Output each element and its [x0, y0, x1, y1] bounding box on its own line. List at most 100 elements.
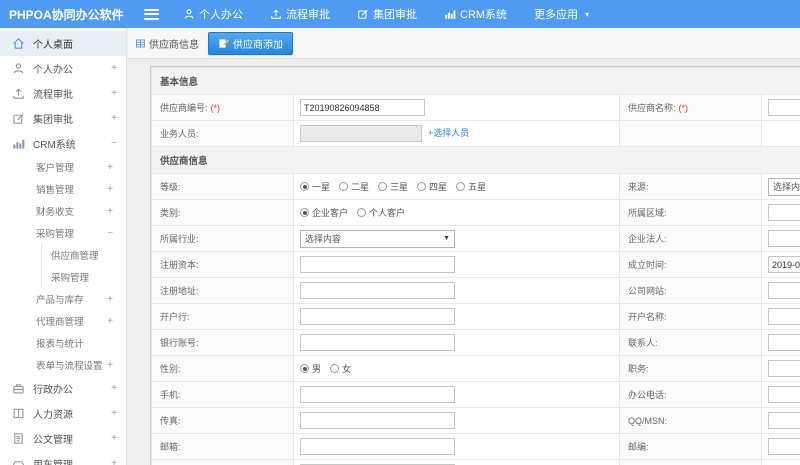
expand-icon[interactable]: + — [107, 360, 113, 371]
field-input-cell — [761, 407, 800, 434]
text-input[interactable] — [768, 334, 800, 351]
sidebar-item[interactable]: 采购管理 − — [0, 222, 126, 244]
sidebar-item[interactable]: 财务收支 + — [0, 200, 126, 222]
text-input[interactable] — [300, 256, 455, 273]
radio-option[interactable]: 个人客户 — [357, 206, 405, 219]
expand-icon[interactable]: + — [111, 458, 117, 465]
tab-supplier-info[interactable]: 供应商信息 — [135, 36, 199, 51]
chart-icon — [12, 137, 25, 150]
navbar-item-3[interactable]: 集团审批 — [357, 6, 417, 22]
briefcase-icon — [12, 382, 25, 395]
text-input[interactable] — [768, 99, 800, 116]
text-input[interactable] — [300, 438, 455, 455]
menu-toggle-icon[interactable] — [144, 6, 159, 22]
expand-icon[interactable]: + — [111, 113, 117, 124]
field-label: 邮编: — [628, 442, 649, 452]
field-label-cell: 邮箱: — [151, 433, 294, 460]
select-dropdown[interactable]: 选择内容▼ — [300, 229, 455, 248]
sidebar-item[interactable]: 产品与库存 + — [0, 288, 126, 310]
sidebar-item[interactable]: 用车管理 + — [0, 451, 126, 465]
expand-icon[interactable]: + — [111, 63, 117, 74]
navbar-item-4[interactable]: CRM系统 — [444, 6, 507, 22]
sidebar-item[interactable]: 表单与流程设置 + — [0, 354, 126, 376]
text-input[interactable] — [300, 412, 455, 429]
radio-option[interactable]: 五星 — [456, 180, 486, 193]
text-input[interactable] — [768, 204, 800, 221]
radio-option[interactable]: 一星 — [300, 180, 330, 193]
expand-icon[interactable]: + — [111, 383, 117, 394]
radio-label: 企业客户 — [312, 208, 349, 218]
sidebar-item[interactable]: 客户管理 + — [0, 156, 126, 178]
text-input[interactable] — [300, 99, 425, 116]
sidebar-item[interactable]: 个人桌面 — [0, 31, 126, 56]
sidebar-item-label: CRM系统 — [33, 140, 76, 151]
text-input[interactable] — [768, 308, 800, 325]
radio-option[interactable]: 四星 — [417, 180, 447, 193]
form-field-row: 所属行业: 选择内容 ▼ 企业法人: — [151, 225, 800, 252]
sidebar-item[interactable]: 公文管理 + — [0, 426, 126, 451]
radio-option[interactable]: 女 — [330, 362, 351, 375]
sidebar-item[interactable]: 个人办公 + — [0, 56, 126, 81]
field-input-cell — [761, 433, 800, 460]
radio-icon[interactable] — [339, 182, 349, 191]
radio-icon[interactable] — [378, 182, 388, 191]
sidebar-item[interactable]: 代理商管理 + — [0, 310, 126, 332]
sidebar-item[interactable]: 流程审批 + — [0, 81, 126, 106]
sidebar-item-label: 供应商管理 — [51, 251, 99, 262]
sidebar-item[interactable]: 人力资源 + — [0, 401, 126, 426]
form-field-row: 注册资本: 成立时间: — [151, 251, 800, 278]
sidebar-item[interactable]: 行政办公 + — [0, 376, 126, 401]
expand-icon[interactable]: + — [107, 316, 113, 327]
text-input[interactable] — [768, 230, 800, 247]
expand-icon[interactable]: + — [107, 162, 113, 173]
select-person-link[interactable]: +选择人员 — [428, 128, 469, 138]
collapse-icon[interactable]: − — [111, 138, 117, 149]
sidebar-item[interactable]: 报表与统计 — [0, 332, 126, 354]
text-input[interactable] — [300, 308, 455, 325]
field-label-cell: 公司网站: — [619, 277, 762, 304]
field-label-cell: 等级: — [151, 173, 294, 200]
radio-icon[interactable] — [330, 364, 340, 373]
radio-icon[interactable] — [417, 182, 427, 191]
text-input[interactable] — [768, 386, 800, 403]
text-input[interactable] — [768, 256, 800, 273]
chevron-down-icon: ▼ — [443, 235, 450, 242]
text-input[interactable] — [300, 125, 422, 142]
radio-option[interactable]: 男 — [300, 362, 321, 375]
radio-icon[interactable] — [456, 182, 466, 191]
text-input[interactable] — [768, 282, 800, 299]
sidebar-item[interactable]: CRM系统 − — [0, 131, 126, 156]
sidebar-item[interactable]: 销售管理 + — [0, 178, 126, 200]
expand-icon[interactable]: + — [107, 184, 113, 195]
radio-selected-icon[interactable] — [300, 208, 309, 217]
sidebar-item[interactable]: 采购管理 — [41, 266, 126, 288]
field-label-cell: 企业法人: — [619, 225, 762, 252]
navbar-item-1[interactable]: 个人办公 — [183, 6, 243, 22]
navbar-item-2[interactable]: 流程审批 — [270, 6, 330, 22]
sidebar-item[interactable]: 集团审批 + — [0, 106, 126, 131]
collapse-icon[interactable]: − — [107, 228, 113, 239]
text-input[interactable] — [768, 412, 800, 429]
radio-option[interactable]: 企业客户 — [300, 206, 348, 219]
expand-icon[interactable]: + — [111, 408, 117, 419]
radio-icon[interactable] — [357, 208, 367, 217]
expand-icon[interactable]: + — [107, 206, 113, 217]
text-input[interactable] — [300, 282, 455, 299]
radio-selected-icon[interactable] — [300, 182, 309, 191]
text-input[interactable] — [768, 438, 800, 455]
expand-icon[interactable]: + — [107, 294, 113, 305]
expand-icon[interactable]: + — [111, 433, 117, 444]
text-input[interactable] — [300, 386, 455, 403]
sidebar-item[interactable]: 供应商管理 — [41, 244, 126, 266]
tab-supplier-add[interactable]: 供应商添加 — [208, 31, 293, 55]
radio-label: 女 — [342, 364, 352, 374]
navbar-item-5[interactable]: 更多应用 ▾ — [534, 6, 589, 22]
text-input[interactable] — [768, 360, 800, 377]
field-input-cell — [293, 94, 620, 121]
text-input[interactable] — [300, 334, 455, 351]
radio-selected-icon[interactable] — [300, 364, 309, 373]
radio-option[interactable]: 二星 — [339, 180, 369, 193]
radio-option[interactable]: 三星 — [378, 180, 408, 193]
select-dropdown[interactable]: 选择内容▼ — [768, 177, 800, 196]
expand-icon[interactable]: + — [111, 88, 117, 99]
